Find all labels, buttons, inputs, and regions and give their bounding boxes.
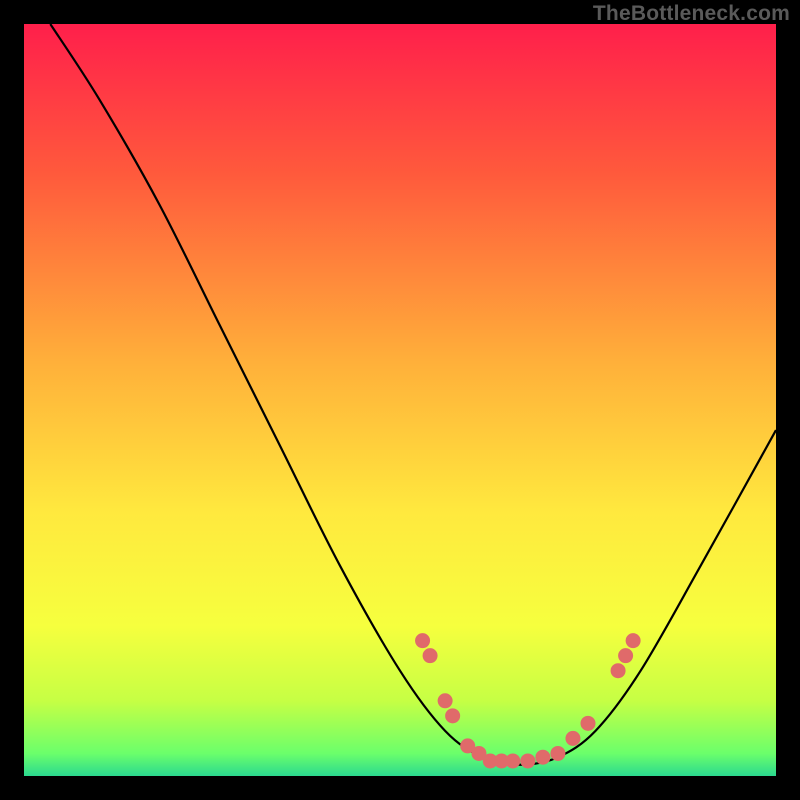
curve-marker	[505, 753, 520, 768]
curve-marker	[618, 648, 633, 663]
curve-marker	[415, 633, 430, 648]
curve-marker	[550, 746, 565, 761]
curve-marker	[445, 708, 460, 723]
curve-marker	[423, 648, 438, 663]
curve-marker	[626, 633, 641, 648]
curve-marker	[438, 693, 453, 708]
curve-marker	[611, 663, 626, 678]
chart-background	[24, 24, 776, 776]
curve-marker	[520, 753, 535, 768]
attribution-text: TheBottleneck.com	[593, 2, 790, 26]
curve-marker	[581, 716, 596, 731]
bottleneck-chart	[24, 24, 776, 776]
chart-frame	[24, 24, 776, 776]
curve-marker	[565, 731, 580, 746]
curve-marker	[535, 750, 550, 765]
